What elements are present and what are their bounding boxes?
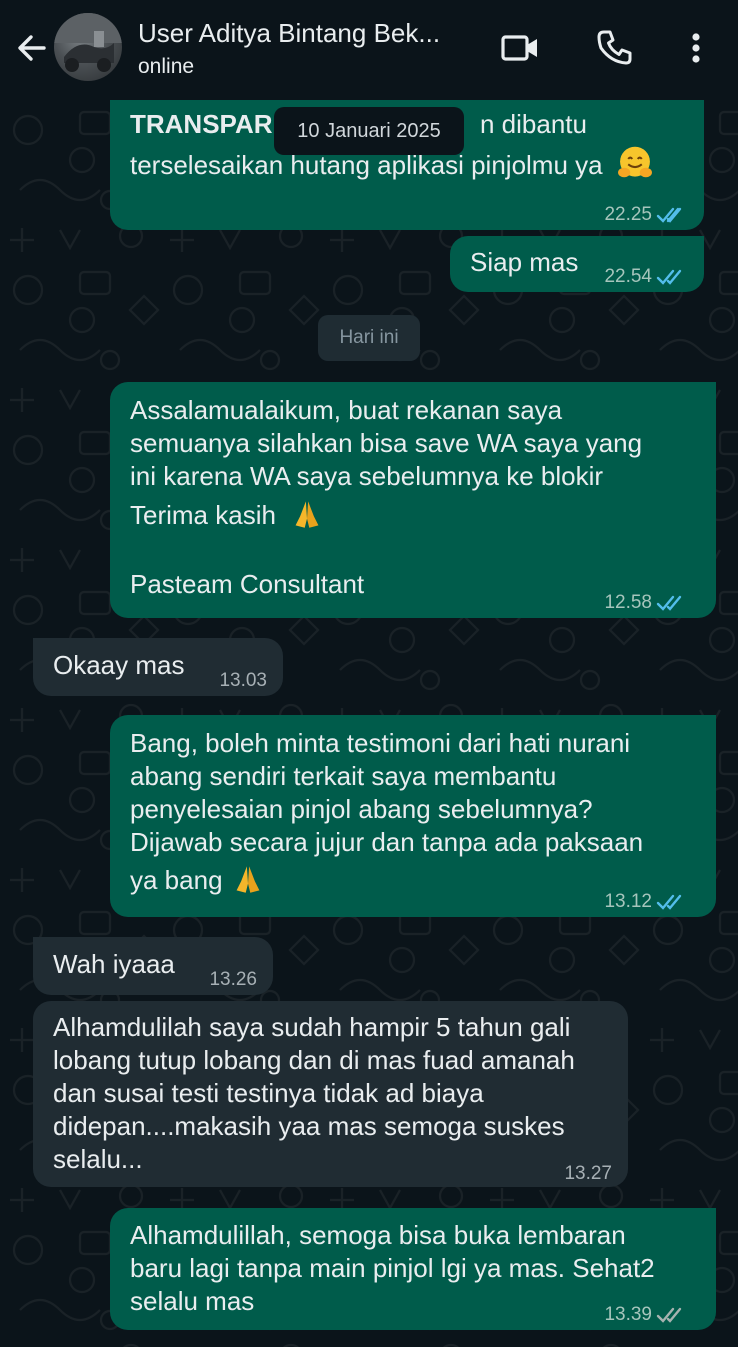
message-outgoing[interactable]: Assalamualaikum, buat rekanan saya semua… xyxy=(110,382,716,618)
avatar[interactable] xyxy=(54,13,122,81)
message-text: Wah iyaaa xyxy=(53,949,175,979)
message-outgoing[interactable]: Bang, boleh minta testimoni dari hati nu… xyxy=(110,715,716,917)
read-receipt-icon xyxy=(656,207,682,223)
message-text: baru lagi tanpa main pinjol lgi ya mas. … xyxy=(130,1253,655,1283)
read-receipt-icon xyxy=(656,894,682,910)
message-outgoing[interactable]: Siap mas 22.54 xyxy=(450,236,704,292)
message-text: dan susai testi testinya tidak ad biaya xyxy=(53,1078,484,1108)
back-arrow-icon[interactable] xyxy=(14,30,50,66)
message-text: abang sendiri terkait saya membantu xyxy=(130,761,557,791)
message-time: 12.58 xyxy=(604,592,652,613)
message-text: TRANSPAR xyxy=(130,109,273,139)
message-text: selalu mas xyxy=(130,1286,255,1316)
contact-status: online xyxy=(138,55,195,78)
folded-hands-emoji-icon xyxy=(236,866,260,893)
message-outgoing[interactable]: Alhamdulillah, semoga bisa buka lembaran… xyxy=(110,1208,716,1330)
message-incoming[interactable]: Wah iyaaa 13.26 xyxy=(33,937,273,995)
message-text: Pasteam Consultant xyxy=(130,569,365,599)
message-text: Alhamdulillah, semoga bisa buka lembaran xyxy=(130,1220,626,1250)
contact-name[interactable]: User Aditya Bintang Bek... xyxy=(138,18,440,49)
date-pill: 10 Januari 2025 xyxy=(274,107,464,155)
message-text: penyelesaian pinjol abang sebelumnya? xyxy=(130,794,593,824)
video-call-icon[interactable] xyxy=(500,28,540,68)
date-pill: Hari ini xyxy=(318,315,420,361)
message-incoming[interactable]: Okaay mas 13.03 xyxy=(33,638,283,696)
message-text: ya bang xyxy=(130,865,223,895)
message-time: 22.54 xyxy=(604,266,652,287)
message-text: Assalamualaikum, buat rekanan saya xyxy=(130,395,563,425)
message-time: 13.12 xyxy=(604,891,652,912)
message-text: ini karena WA saya sebelumnya ke blokir xyxy=(130,461,604,491)
message-time: 13.39 xyxy=(604,1304,652,1325)
message-time: 13.26 xyxy=(209,969,257,990)
folded-hands-emoji-icon xyxy=(295,501,319,528)
more-options-icon[interactable] xyxy=(676,28,716,68)
message-text: Alhamdulilah saya sudah hampir 5 tahun g… xyxy=(53,1012,571,1042)
message-text: lobang tutup lobang dan di mas fuad aman… xyxy=(53,1045,575,1075)
read-receipt-icon xyxy=(656,595,682,611)
message-text: Dijawab secara jujur dan tanpa ada paksa… xyxy=(130,827,644,857)
voice-call-icon[interactable] xyxy=(595,28,635,68)
message-text: Siap mas xyxy=(470,247,579,277)
message-time: 13.03 xyxy=(219,670,267,691)
message-incoming[interactable]: Alhamdulilah saya sudah hampir 5 tahun g… xyxy=(33,1001,628,1187)
message-text: semuanya silahkan bisa save WA saya yang xyxy=(130,428,643,458)
chat-header: User Aditya Bintang Bek... online xyxy=(0,0,738,100)
message-time: 22.25 xyxy=(604,204,652,225)
delivered-receipt-icon xyxy=(656,1307,682,1323)
message-text: Bang, boleh minta testimoni dari hati nu… xyxy=(130,728,631,758)
message-text-partial: n dibantu xyxy=(480,109,587,139)
read-receipt-icon xyxy=(656,269,682,285)
message-text: Terima kasih xyxy=(130,500,276,530)
message-text: didepan....makasih yaa mas semoga suskes xyxy=(53,1111,565,1141)
hugging-face-emoji-icon xyxy=(617,146,652,178)
message-text: selalu... xyxy=(53,1144,143,1174)
message-text: Okaay mas xyxy=(53,650,185,680)
message-time: 13.27 xyxy=(564,1163,612,1184)
